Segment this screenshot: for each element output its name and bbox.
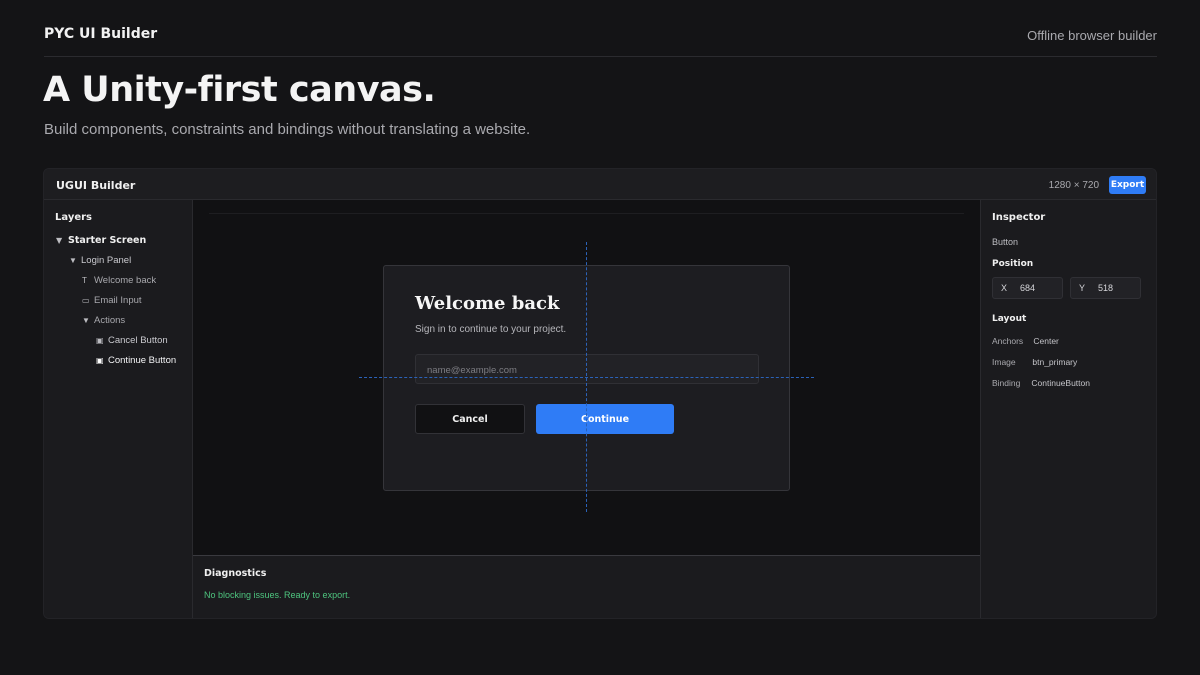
layer-item-actions[interactable]: ▼ Actions: [82, 315, 125, 326]
horizontal-center-guide: [359, 377, 814, 378]
email-input[interactable]: name@example.com: [415, 354, 759, 384]
hero-title: A Unity-first canvas.: [43, 70, 436, 110]
property-key: Image: [992, 357, 1016, 367]
layer-item-cancel-button[interactable]: ▣ Cancel Button: [96, 335, 168, 346]
inspector-panel: Inspector Button Position X 684 Y 518 La…: [980, 200, 1156, 618]
diagnostics-status: No blocking issues. Ready to export.: [204, 590, 351, 600]
y-value[interactable]: 518: [1098, 283, 1113, 293]
diagnostics-panel: Diagnostics No blocking issues. Ready to…: [193, 555, 980, 618]
property-binding[interactable]: Binding ContinueButton: [992, 378, 1090, 388]
layer-item-email-input[interactable]: ▭ Email Input: [82, 295, 142, 306]
welcome-subtitle[interactable]: Sign in to continue to your project.: [415, 324, 566, 335]
builder-title: UGUI Builder: [56, 179, 136, 192]
property-value[interactable]: Center: [1033, 336, 1059, 346]
property-key: Binding: [992, 378, 1021, 388]
layer-item-continue-button[interactable]: ▣ Continue Button: [96, 355, 176, 366]
canvas-ruler-line: [209, 213, 964, 214]
position-x-field[interactable]: X 684: [992, 277, 1063, 299]
layer-label: Email Input: [94, 295, 142, 306]
x-axis-label: X: [1001, 283, 1008, 293]
chevron-down-icon[interactable]: ▼: [56, 236, 68, 245]
chevron-down-icon[interactable]: ▼: [69, 256, 81, 265]
continue-button[interactable]: Continue: [536, 404, 674, 434]
layer-item-welcome-back[interactable]: T Welcome back: [82, 275, 156, 286]
layout-heading: Layout: [992, 314, 1027, 324]
position-y-field[interactable]: Y 518: [1070, 277, 1141, 299]
layer-item-starter-screen[interactable]: ▼ Starter Screen: [56, 235, 146, 246]
inspector-heading: Inspector: [992, 212, 1046, 223]
input-icon: ▭: [82, 296, 90, 305]
welcome-title[interactable]: Welcome back: [415, 293, 559, 314]
hero-subtitle: Build components, constraints and bindin…: [44, 121, 531, 138]
layers-heading: Layers: [55, 212, 92, 223]
x-value[interactable]: 684: [1020, 283, 1035, 293]
brand-logo-text: PYC UI Builder: [44, 26, 158, 42]
property-anchors[interactable]: Anchors Center: [992, 336, 1059, 346]
y-axis-label: Y: [1079, 283, 1086, 293]
builder-window: UGUI Builder 1280 × 720 Export Layers ▼ …: [43, 168, 1157, 619]
export-button[interactable]: Export: [1109, 176, 1146, 194]
chevron-down-icon[interactable]: ▼: [82, 316, 94, 325]
position-heading: Position: [992, 259, 1034, 269]
layer-label: Welcome back: [94, 275, 157, 286]
property-value[interactable]: btn_primary: [1032, 357, 1077, 367]
layer-item-login-panel[interactable]: ▼ Login Panel: [69, 255, 131, 266]
layer-label: Login Panel: [81, 255, 132, 266]
design-canvas[interactable]: Welcome back Sign in to continue to your…: [193, 200, 980, 555]
layer-label: Actions: [94, 315, 126, 326]
cancel-button[interactable]: Cancel: [415, 404, 525, 434]
top-bar: PYC UI Builder Offline browser builder: [44, 0, 1157, 57]
layers-panel: Layers ▼ Starter Screen ▼ Login Panel T …: [44, 200, 193, 618]
layer-label: Starter Screen: [68, 235, 147, 246]
selected-type: Button: [992, 237, 1019, 247]
resolution-label: 1280 × 720: [1048, 180, 1099, 191]
tagline: Offline browser builder: [1027, 28, 1157, 43]
layer-label: Continue Button: [108, 355, 177, 366]
diagnostics-heading: Diagnostics: [204, 568, 267, 579]
property-value[interactable]: ContinueButton: [1031, 378, 1090, 388]
layer-label: Cancel Button: [108, 335, 168, 346]
button-icon: ▣: [96, 336, 104, 345]
button-icon: ▣: [96, 356, 104, 365]
builder-header: UGUI Builder 1280 × 720 Export: [44, 169, 1156, 200]
text-icon: T: [82, 276, 87, 285]
property-key: Anchors: [992, 336, 1024, 346]
property-image[interactable]: Image btn_primary: [992, 357, 1077, 367]
